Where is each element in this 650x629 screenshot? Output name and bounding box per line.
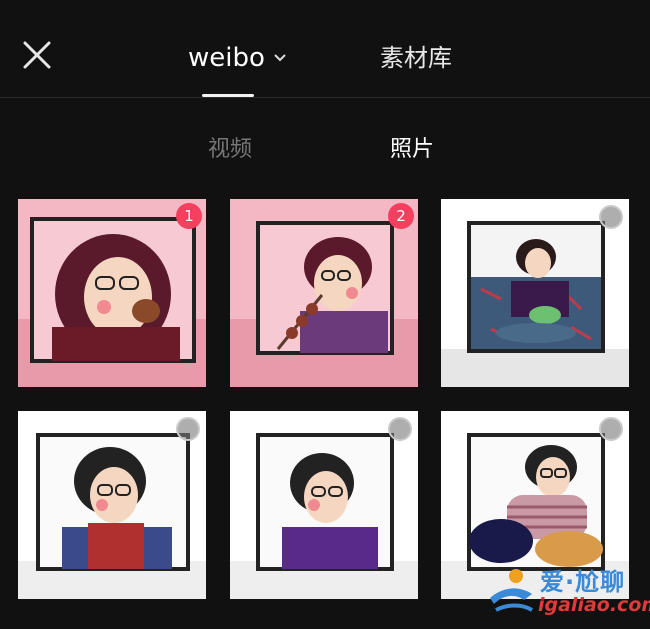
photo-image (18, 411, 206, 599)
selection-badge: 2 (388, 203, 414, 229)
top-bar: weibo 素材库 (0, 0, 650, 98)
watermark: 爱·尬聊 igaliao.com (486, 560, 650, 626)
selection-badge: 1 (176, 203, 202, 229)
selection-circle[interactable] (388, 417, 412, 441)
tab-weibo-label: weibo (188, 43, 265, 73)
photo-image (230, 199, 418, 387)
photo-image (18, 199, 206, 387)
photo-thumbnail[interactable]: 2 (230, 199, 418, 387)
tab-video[interactable]: 视频 (208, 134, 252, 166)
close-button[interactable] (20, 38, 54, 72)
photo-thumbnail[interactable]: 1 (18, 199, 206, 387)
selection-circle[interactable] (599, 417, 623, 441)
photo-thumbnail[interactable] (230, 411, 418, 599)
selection-circle[interactable] (599, 205, 623, 229)
active-tab-indicator (202, 94, 254, 97)
photo-image (230, 411, 418, 599)
photo-image (441, 199, 629, 387)
watermark-url: igaliao.com (538, 594, 650, 616)
photo-thumbnail[interactable] (18, 411, 206, 599)
chevron-down-icon (274, 54, 286, 62)
selection-circle[interactable] (176, 417, 200, 441)
tab-material-library[interactable]: 素材库 (380, 40, 452, 76)
watermark-title: 爱·尬聊 (540, 568, 626, 596)
tab-photo[interactable]: 照片 (390, 134, 434, 166)
tab-weibo[interactable]: weibo (188, 40, 287, 76)
close-icon (23, 41, 51, 69)
watermark-logo-icon (490, 569, 534, 612)
photo-thumbnail[interactable] (441, 199, 629, 387)
